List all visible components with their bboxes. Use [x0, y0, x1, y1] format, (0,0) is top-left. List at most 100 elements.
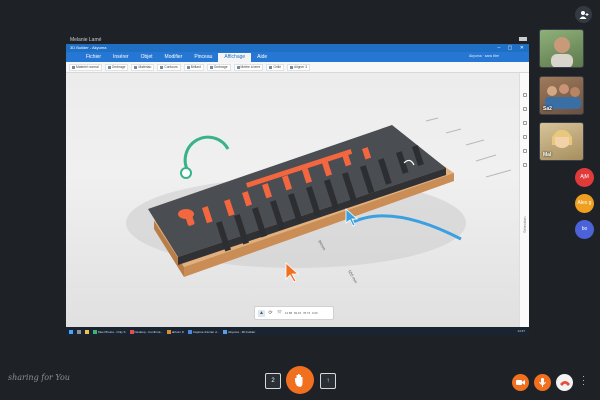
rail-layer-icon[interactable]: [523, 149, 527, 153]
participant-avatar[interactable]: Alex g: [575, 194, 594, 213]
rotate-tool-icon[interactable]: ⟳: [267, 310, 274, 317]
window-controls[interactable]: – ▢ ✕: [498, 44, 527, 52]
menu-fichier[interactable]: Fichier: [80, 53, 107, 62]
taskbar-task[interactable]: Mes Photos - Only S: [93, 329, 126, 334]
rotation-gizmo-arc[interactable]: [183, 135, 230, 172]
view-value-4: 0.00: [312, 311, 318, 315]
view-toolbar: ▲ ⟳ ⤧ 14.88 69.15 78.73 0.00: [254, 306, 334, 320]
view-value-3: 78.73: [303, 311, 310, 315]
3d-viewport[interactable]: 94mm 500 mm ▲ ⟳ ⤧ 14.88 69.15 78.73 0.00: [66, 73, 519, 327]
menu-modifier[interactable]: Modifier: [159, 53, 189, 62]
ribbon-label: Grille: [273, 65, 282, 69]
microphone-button[interactable]: [534, 374, 551, 391]
gloss-icon: [186, 65, 190, 69]
participant-tile[interactable]: Sa2: [539, 76, 584, 115]
rail-zoom-icon[interactable]: [523, 121, 527, 125]
participant-name: Sa2: [543, 106, 552, 112]
participant-name: Mal: [543, 152, 552, 158]
menu-objet[interactable]: Objet: [135, 53, 159, 62]
microphone-icon: [539, 378, 546, 387]
participant-tile[interactable]: Mal: [539, 122, 584, 161]
rail-pan-icon[interactable]: [523, 107, 527, 111]
ribbon-label: Aligner 3: [294, 65, 308, 69]
hang-up-button[interactable]: [556, 374, 573, 391]
add-participant-button[interactable]: [575, 6, 592, 23]
participant-avatar[interactable]: bo: [575, 220, 594, 239]
window-title: 3D Builder - Akyuma: [70, 45, 107, 50]
taskbar-task[interactable]: Capture d'écran d...: [187, 329, 220, 334]
view-value-1: 14.88: [285, 311, 292, 315]
shading-icon: [107, 65, 111, 69]
task-label: Akyuma - 3D builder: [228, 329, 256, 334]
rail-cube-icon[interactable]: [523, 135, 527, 139]
camera-button[interactable]: [512, 374, 529, 391]
menu-bar: Fichier Insérer Objet Modifier Pinceau A…: [66, 52, 529, 62]
ribbon-align[interactable]: Aligner 3: [287, 63, 311, 71]
share-screen-icon: ↑: [326, 378, 330, 384]
more-options-icon[interactable]: · · ·: [582, 372, 585, 389]
view-value-2: 69.15: [294, 311, 301, 315]
window-title-bar: 3D Builder - Akyuma – ▢ ✕: [66, 44, 529, 52]
taskbar-task[interactable]: Desktop - Confirmé...: [129, 329, 163, 334]
taskbar-clock: 14:37: [517, 329, 525, 333]
selection-panel-label[interactable]: Sélection: [522, 217, 527, 233]
scale-tool-icon[interactable]: ⤧: [276, 310, 283, 317]
search-icon[interactable]: [77, 329, 81, 334]
ground-icon: [236, 65, 240, 69]
ribbon-label: Matériau: [138, 65, 152, 69]
ribbon-toolbar: Materiel normal Ombrage Matériau Contour…: [66, 62, 529, 73]
ribbon-shading[interactable]: Ombrage: [104, 63, 129, 71]
outline-icon: [160, 65, 164, 69]
layout-icon: 2: [271, 378, 275, 384]
camera-icon: [516, 380, 525, 385]
taskbar-task[interactable]: Akyuma - 3D builder: [223, 329, 256, 334]
app-icon: [93, 329, 97, 334]
ribbon-label: Ombrage: [111, 65, 126, 69]
ribbon-material-normal[interactable]: Materiel normal: [69, 63, 102, 71]
ribbon-grid[interactable]: Grille: [266, 63, 285, 71]
dimension-width: 500 mm: [347, 269, 359, 285]
menu-affichage[interactable]: Affichage: [218, 53, 252, 62]
participant-photo: [551, 37, 573, 67]
app-icon: [223, 329, 228, 334]
sphere-icon: [134, 65, 138, 69]
rail-view-icon[interactable]: [523, 93, 527, 97]
3d-scene[interactable]: 94mm 500 mm: [66, 73, 519, 327]
shadow-icon: [209, 65, 213, 69]
ribbon-material[interactable]: Matériau: [131, 63, 155, 71]
shared-screen-window: 3D Builder - Akyuma – ▢ ✕ Fichier Insére…: [66, 44, 529, 336]
add-person-icon: [579, 10, 588, 19]
menu-aide[interactable]: Aide: [251, 53, 273, 62]
presenter-name: Melanie Lamé: [70, 37, 102, 43]
menu-pinceau[interactable]: Pinceau: [188, 53, 218, 62]
ribbon-contours[interactable]: Contours: [157, 63, 181, 71]
ribbon-gloss[interactable]: Brillant: [183, 63, 204, 71]
task-label: Desktop - Confirmé...: [134, 329, 163, 334]
rotation-gizmo-handle[interactable]: [180, 167, 192, 179]
task-label: Capture d'écran d...: [192, 329, 220, 334]
raise-hand-button[interactable]: [286, 366, 314, 394]
ribbon-shadow[interactable]: Ombrage: [206, 63, 231, 71]
os-taskbar: Mes Photos - Only S Desktop - Confirmé..…: [66, 327, 529, 336]
share-screen-button[interactable]: ↑: [320, 373, 336, 389]
ribbon-label: Materiel normal: [76, 65, 99, 69]
ribbon-ground[interactable]: Mettre à terre: [233, 63, 264, 71]
participant-avatar[interactable]: AjM: [575, 168, 594, 187]
hand-icon: [295, 374, 303, 387]
task-label: Mes Photos - Only S: [98, 329, 126, 334]
brand-logo: sharing for You: [8, 373, 70, 382]
right-tool-rail: Sélection: [519, 73, 529, 327]
layout-button[interactable]: 2: [265, 373, 281, 389]
ribbon-label: Brillant: [190, 65, 201, 69]
folder-icon[interactable]: [85, 329, 89, 334]
start-icon[interactable]: [69, 329, 73, 334]
volume-knob: [178, 209, 194, 219]
menu-inserer[interactable]: Insérer: [107, 53, 135, 62]
align-icon: [290, 65, 294, 69]
taskbar-task[interactable]: akhum D: [166, 329, 184, 334]
rail-settings-icon[interactable]: [523, 163, 527, 167]
select-tool-icon[interactable]: ▲: [258, 309, 265, 317]
participant-tile[interactable]: [539, 29, 584, 68]
material-icon: [72, 65, 75, 69]
minimize-share-icon[interactable]: [519, 37, 527, 41]
